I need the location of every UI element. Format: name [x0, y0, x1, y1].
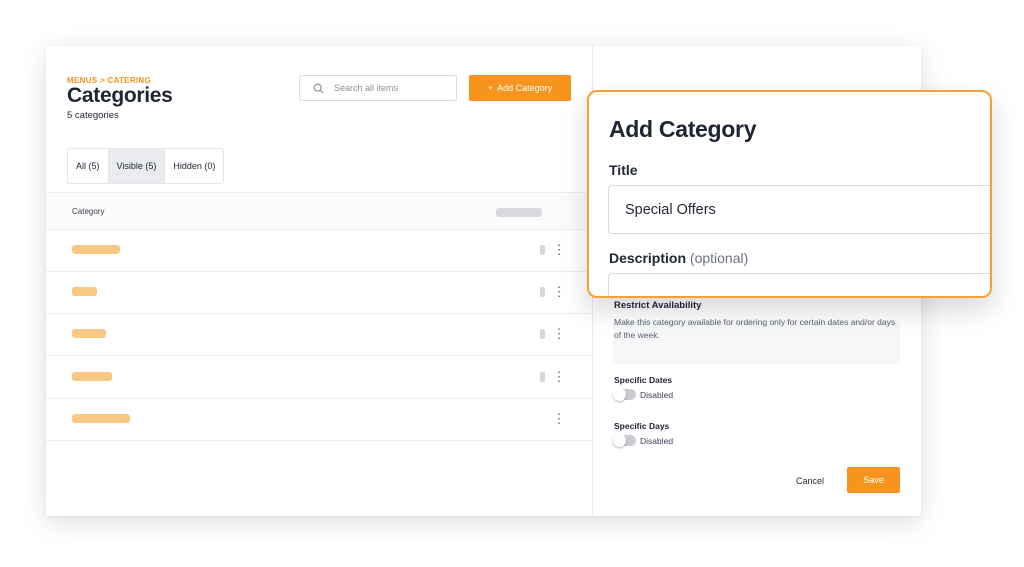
table-header: Category — [46, 192, 592, 230]
switch-knob — [613, 388, 626, 401]
table-row[interactable]: ⋮ — [46, 399, 592, 441]
category-name-placeholder — [72, 287, 97, 296]
switch-knob — [613, 434, 626, 447]
specific-dates-state: Disabled — [640, 389, 674, 400]
visibility-toggle[interactable] — [540, 329, 545, 339]
title-field[interactable] — [608, 185, 990, 234]
description-field[interactable] — [608, 273, 990, 296]
description-field-label: Description (optional) — [609, 250, 748, 266]
restrict-availability-description: Make this category available for orderin… — [614, 317, 896, 340]
save-button[interactable]: Save — [847, 467, 900, 493]
column-header-category[interactable]: Category — [72, 207, 104, 216]
add-category-heading: Add Category — [609, 116, 757, 142]
more-options-icon[interactable]: ⋮ — [551, 242, 567, 258]
more-options-icon[interactable]: ⋮ — [551, 411, 567, 427]
specific-dates-toggle-row: Disabled — [613, 388, 674, 401]
specific-dates-switch[interactable] — [613, 388, 636, 401]
specific-days-switch[interactable] — [613, 434, 636, 447]
optional-hint: (optional) — [689, 250, 749, 266]
category-name-placeholder — [72, 245, 120, 254]
restrict-availability-title: Restrict Availability — [614, 300, 702, 311]
plus-icon: + — [487, 83, 494, 93]
category-list-pane: MENUS > CATERING Categories 5 categories… — [46, 46, 592, 516]
visibility-toggle[interactable] — [540, 372, 545, 382]
column-header-placeholder — [496, 208, 542, 217]
specific-days-toggle-row: Disabled — [613, 434, 674, 447]
visibility-tabs: All (5) Visible (5) Hidden (0) — [67, 148, 225, 184]
category-name-placeholder — [72, 372, 112, 381]
page-title: Categories — [67, 84, 173, 107]
search-box[interactable] — [299, 75, 457, 101]
cancel-button[interactable]: Cancel — [783, 470, 837, 492]
tab-hidden[interactable]: Hidden (0) — [164, 149, 223, 183]
more-options-icon[interactable]: ⋮ — [551, 284, 567, 300]
title-field-label: Title — [609, 162, 638, 178]
add-category-callout: Add Category Title Description (optional… — [587, 90, 992, 298]
visibility-toggle[interactable] — [540, 287, 545, 297]
description-label-text: Description — [609, 250, 687, 266]
table-row[interactable]: ⋮ — [46, 314, 592, 356]
search-icon — [313, 83, 324, 94]
specific-days-state: Disabled — [640, 435, 674, 446]
category-name-placeholder — [72, 329, 106, 338]
add-category-button[interactable]: + Add Category — [469, 75, 571, 101]
add-category-label: Add Category — [497, 83, 553, 93]
table-row[interactable]: ⋮ — [46, 230, 592, 272]
visibility-toggle[interactable] — [540, 245, 545, 255]
specific-days-label: Specific Days — [614, 421, 670, 431]
category-count: 5 categories — [67, 110, 119, 121]
more-options-icon[interactable]: ⋮ — [551, 369, 567, 385]
tab-all[interactable]: All (5) — [68, 149, 108, 183]
table-row[interactable]: ⋮ — [46, 357, 592, 399]
specific-dates-label: Specific Dates — [614, 375, 673, 385]
table-row[interactable]: ⋮ — [46, 272, 592, 314]
more-options-icon[interactable]: ⋮ — [551, 326, 567, 342]
category-name-placeholder — [72, 414, 130, 423]
tab-visible[interactable]: Visible (5) — [107, 149, 165, 183]
search-input[interactable] — [332, 82, 446, 94]
